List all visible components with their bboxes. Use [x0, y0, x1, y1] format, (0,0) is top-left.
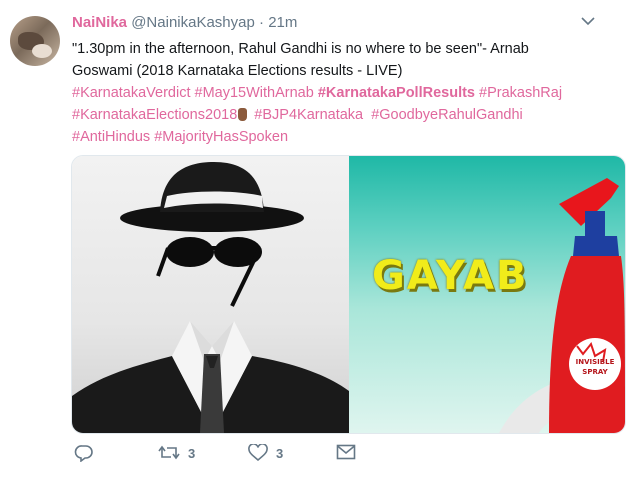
- chevron-down-icon[interactable]: [581, 16, 595, 26]
- spray-bottle-illustration: INVISIBLE SPRAY: [499, 178, 625, 433]
- hashtag-prakash-raj[interactable]: #PrakashRaj: [479, 85, 562, 101]
- tweet-text-line1: "1.30pm in the afternoon, Rahul Gandhi i…: [72, 41, 529, 57]
- hashtag-majority-has-spoken[interactable]: #MajorityHasSpoken: [154, 129, 288, 145]
- like-button[interactable]: 3: [248, 444, 283, 462]
- hashtag-karnataka-poll-results[interactable]: #KarnatakaPollResults: [318, 85, 475, 101]
- hashtag-karnataka-elections-2018[interactable]: #KarnatakaElections2018: [72, 107, 237, 123]
- tweet-header: NaiNika @NainikaKashyap · 21m: [72, 14, 297, 31]
- tweet-text: "1.30pm in the afternoon, Rahul Gandhi i…: [72, 38, 617, 148]
- like-count: 3: [276, 445, 284, 461]
- user-handle[interactable]: @NainikaKashyap: [131, 14, 255, 31]
- hashtag-karnataka-verdict[interactable]: #KarnatakaVerdict: [72, 85, 191, 101]
- hashtag-bjp4karnataka[interactable]: #BJP4Karnataka: [254, 107, 363, 123]
- header-separator: ·: [259, 14, 265, 31]
- retweet-button[interactable]: 3: [158, 444, 195, 462]
- tweet-text-line2: Goswami (2018 Karnataka Elections result…: [72, 63, 403, 79]
- display-name[interactable]: NaiNika: [72, 14, 127, 31]
- retweet-count: 3: [188, 445, 196, 461]
- envelope-icon: [336, 444, 356, 460]
- gayab-image: GAYAB INVISIBLE SPRAY: [349, 156, 625, 433]
- timestamp[interactable]: 21m: [268, 14, 297, 31]
- direct-message-button[interactable]: [336, 444, 356, 460]
- hashtag-may15-with-arnab[interactable]: #May15WithArnab: [195, 85, 314, 101]
- hashtag-anti-hindus[interactable]: #AntiHindus: [72, 129, 150, 145]
- tweet-media[interactable]: GAYAB INVISIBLE SPRAY: [71, 155, 626, 434]
- tweet-actions: 3 3: [72, 444, 372, 468]
- invisible-man-illustration: [72, 162, 349, 433]
- invisible-man-image: [72, 156, 349, 433]
- reply-button[interactable]: [74, 444, 94, 462]
- heart-icon: [248, 444, 268, 462]
- bottle-label-line2: SPRAY: [582, 368, 608, 376]
- avatar[interactable]: [10, 16, 60, 66]
- hashtag-goodbye-rahul-gandhi[interactable]: #GoodbyeRahulGandhi: [371, 107, 523, 123]
- bottle-label-line1: INVISIBLE: [576, 358, 615, 366]
- reply-icon: [74, 445, 93, 462]
- retweet-icon: [158, 445, 180, 460]
- middle-finger-emoji-icon: [238, 108, 248, 121]
